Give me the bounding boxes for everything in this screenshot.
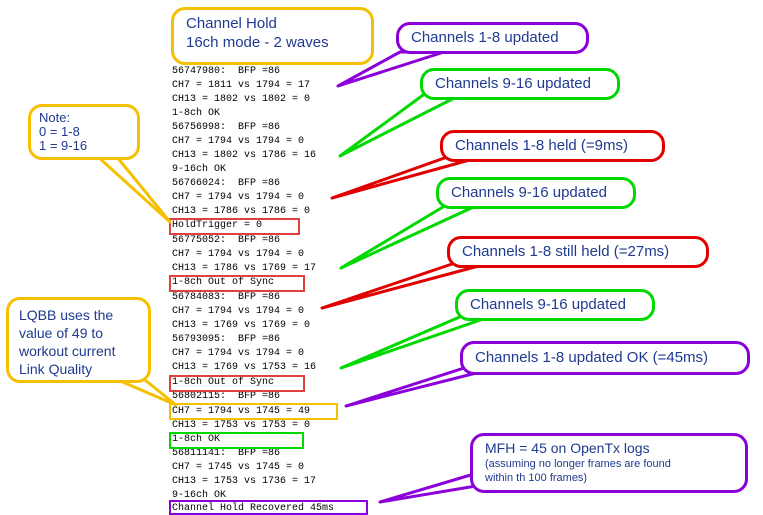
callout-label: Channels 1-8 still held (=27ms) bbox=[462, 243, 670, 260]
callout-ch1-8-held: Channels 1-8 held (=9ms) bbox=[440, 130, 665, 162]
note-callout: Note: 0 = 1-8 1 = 9-16 bbox=[28, 104, 140, 160]
title-line-1: Channel Hold bbox=[186, 15, 277, 32]
mfh-sub-1: (assuming no longer frames are found bbox=[485, 458, 671, 470]
leader-lqbb bbox=[116, 378, 178, 407]
lqbb-line-3: workout current bbox=[19, 343, 116, 359]
callout-label: Channels 9-16 updated bbox=[435, 75, 591, 92]
callout-mfh: MFH = 45 on OpenTx logs (assuming no lon… bbox=[470, 433, 748, 493]
callout-label: Channels 1-8 updated OK (=45ms) bbox=[475, 349, 709, 366]
callout-label: Channels 1-8 held (=9ms) bbox=[455, 137, 629, 154]
callout-ch1-8-updated-ok: Channels 1-8 updated OK (=45ms) bbox=[460, 341, 750, 375]
lqbb-line-4: Link Quality bbox=[19, 361, 93, 377]
callout-label: Channels 9-16 updated bbox=[451, 184, 607, 201]
note-line-3: 1 = 9-16 bbox=[39, 138, 88, 153]
callout-label: Channels 9-16 updated bbox=[470, 296, 626, 313]
callout-ch9-16-updated-1: Channels 9-16 updated bbox=[420, 68, 620, 100]
mfh-main: MFH = 45 on OpenTx logs bbox=[485, 440, 650, 456]
note-line-1: Note: bbox=[39, 110, 71, 125]
callout-ch9-16-updated-2: Channels 9-16 updated bbox=[436, 177, 636, 209]
note-line-2: 0 = 1-8 bbox=[39, 124, 80, 139]
lqbb-line-2: value of 49 to bbox=[19, 325, 104, 341]
lqbb-callout: LQBB uses the value of 49 to workout cur… bbox=[6, 297, 151, 383]
title-line-2: 16ch mode - 2 waves bbox=[186, 34, 329, 51]
mfh-sub-2: within th 100 frames) bbox=[485, 472, 588, 484]
callout-ch1-8-still-held: Channels 1-8 still held (=27ms) bbox=[447, 236, 709, 268]
title-callout: Channel Hold 16ch mode - 2 waves bbox=[171, 7, 374, 65]
callout-ch9-16-updated-3: Channels 9-16 updated bbox=[455, 289, 655, 321]
callout-ch1-8-updated: Channels 1-8 updated bbox=[396, 22, 589, 54]
lqbb-line-1: LQBB uses the bbox=[19, 307, 114, 323]
callout-label: Channels 1-8 updated bbox=[411, 29, 559, 46]
